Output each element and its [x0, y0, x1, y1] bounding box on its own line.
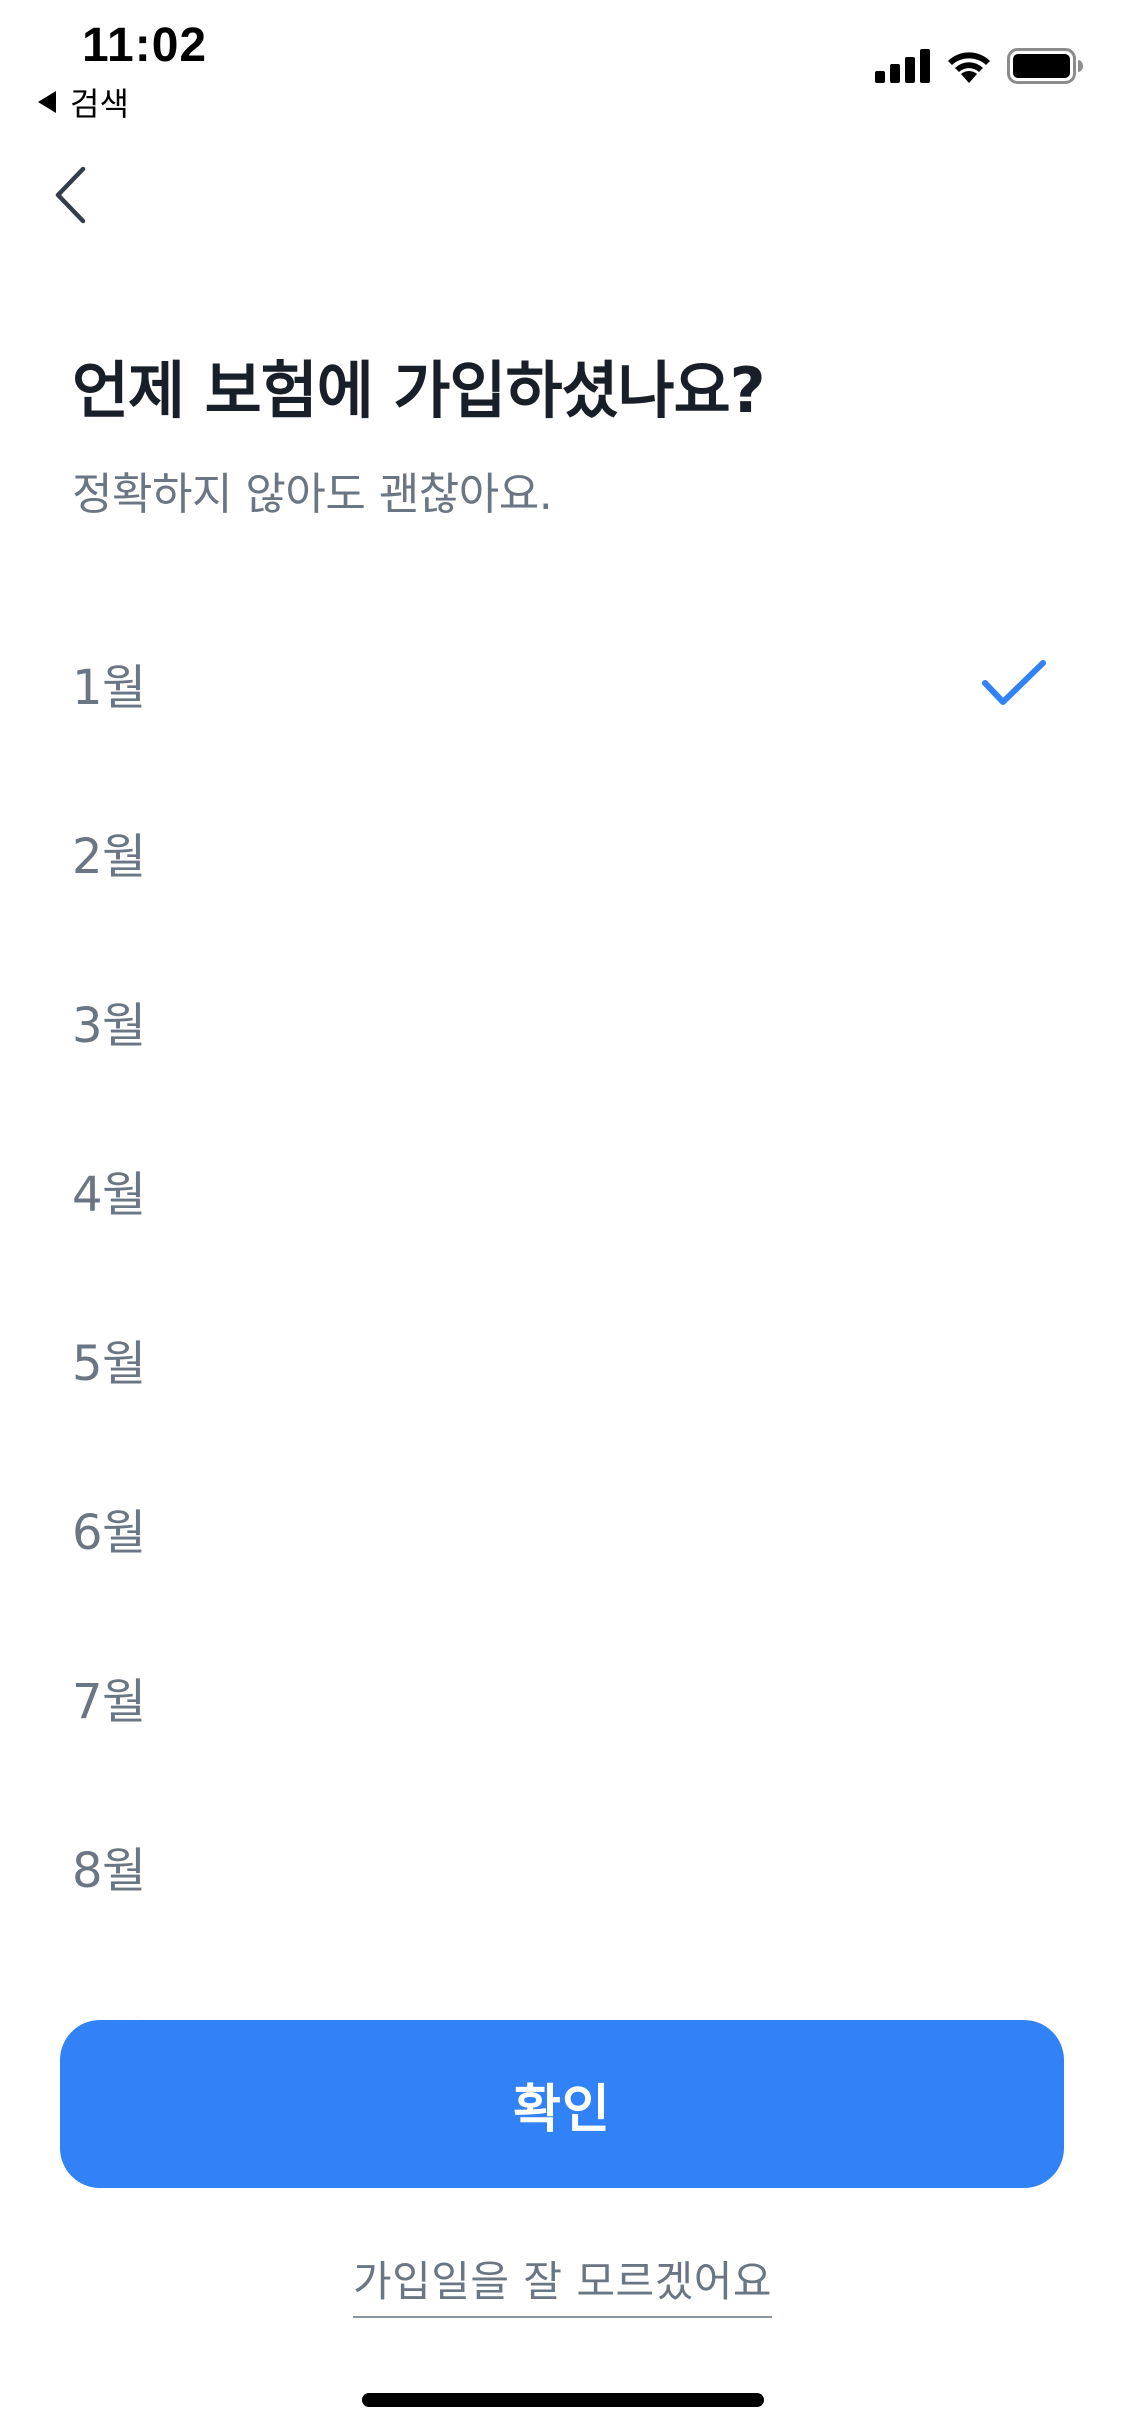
- signal-icon: [875, 49, 930, 83]
- month-item-6[interactable]: 6월: [0, 1443, 1125, 1612]
- month-item-5[interactable]: 5월: [0, 1274, 1125, 1443]
- back-app-label: 검색: [70, 85, 129, 123]
- month-label: 4월: [72, 1166, 146, 1223]
- back-triangle-icon: [38, 91, 56, 113]
- month-label: 8월: [72, 1842, 146, 1899]
- back-button[interactable]: [40, 155, 100, 235]
- month-label: 2월: [72, 828, 146, 885]
- battery-icon: [1007, 48, 1083, 84]
- home-indicator[interactable]: [362, 2393, 764, 2407]
- month-item-7[interactable]: 7월: [0, 1612, 1125, 1781]
- month-label: 5월: [72, 1335, 146, 1392]
- month-label: 7월: [72, 1673, 146, 1730]
- month-list[interactable]: 1월 2월 3월 4월 5월 6월 7월 8월 9월: [0, 598, 1125, 2018]
- page-title: 언제 보험에 가입하셨나요?: [72, 354, 766, 427]
- month-item-2[interactable]: 2월: [0, 767, 1125, 936]
- month-item-4[interactable]: 4월: [0, 1105, 1125, 1274]
- month-item-3[interactable]: 3월: [0, 936, 1125, 1105]
- check-icon: [982, 659, 1046, 705]
- page-subtitle: 정확하지 않아도 괜찮아요.: [72, 469, 553, 520]
- list-fade-overlay: [0, 1960, 1125, 2020]
- unknown-date-link-row: 가입일을 잘 모르겠어요: [0, 2248, 1125, 2318]
- month-item-1[interactable]: 1월: [0, 598, 1125, 767]
- month-label: 3월: [72, 997, 146, 1054]
- status-time: 11:02: [82, 19, 208, 72]
- chevron-left-icon: [55, 166, 86, 224]
- confirm-button[interactable]: 확인: [60, 2020, 1064, 2188]
- unknown-date-link[interactable]: 가입일을 잘 모르겠어요: [352, 2257, 773, 2318]
- month-item-8[interactable]: 8월: [0, 1781, 1125, 1950]
- wifi-icon: [948, 52, 990, 83]
- status-icons: [875, 48, 1083, 84]
- back-to-app-link[interactable]: 검색: [38, 80, 129, 124]
- month-label: 1월: [72, 659, 146, 716]
- month-label: 6월: [72, 1504, 146, 1561]
